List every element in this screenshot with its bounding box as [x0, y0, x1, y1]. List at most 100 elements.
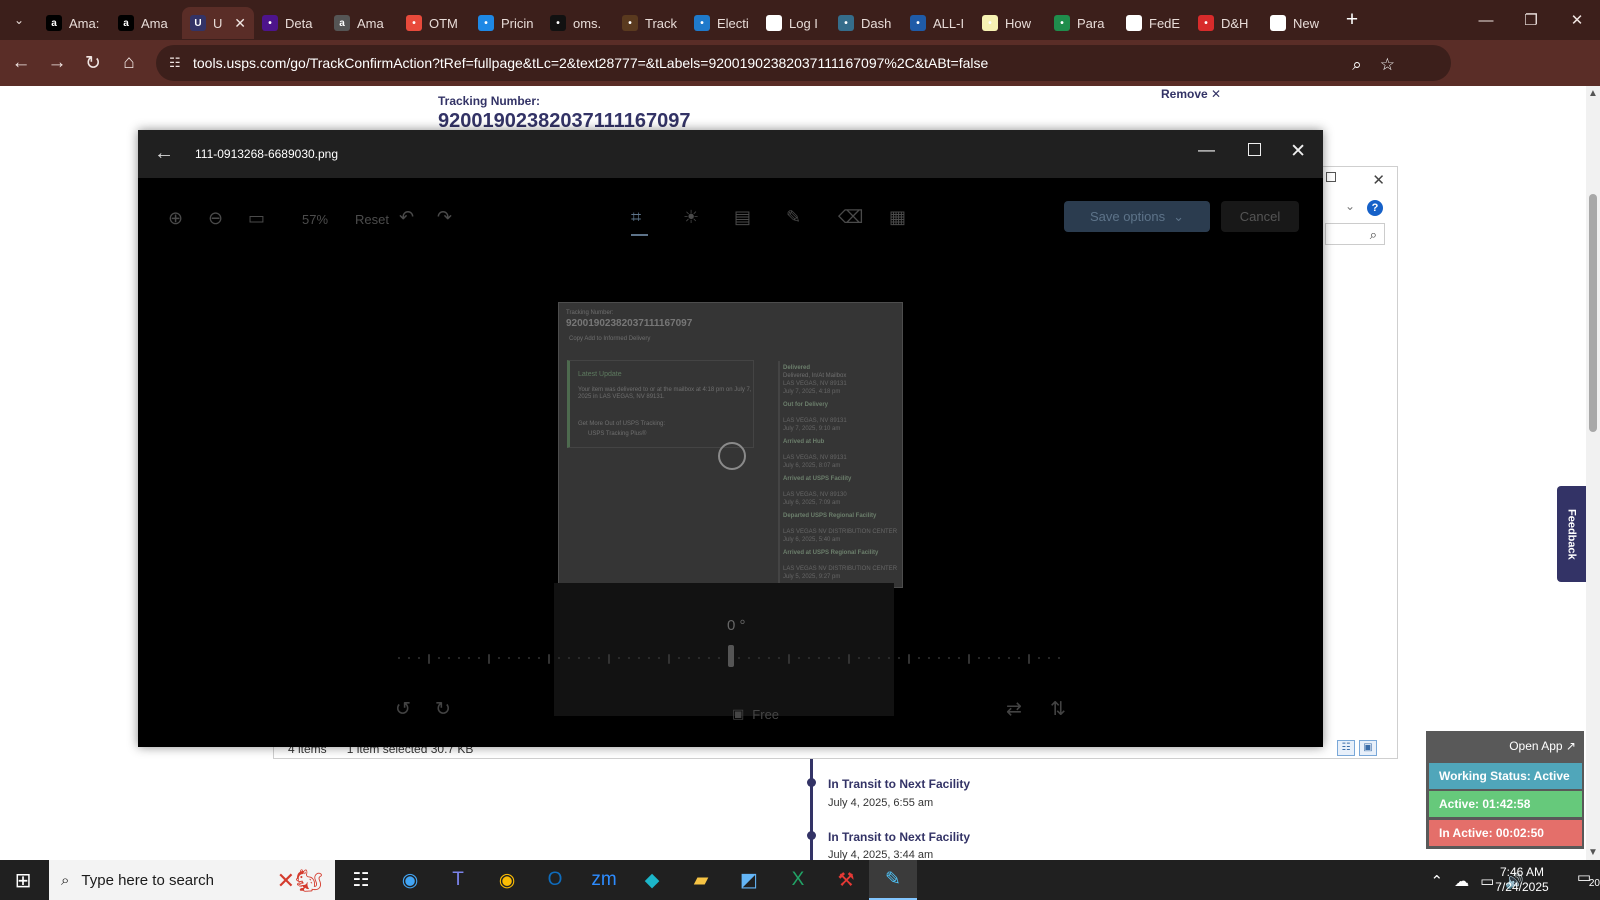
teams-icon[interactable]: T [434, 860, 482, 900]
browser-tab[interactable]: • D&H [1190, 7, 1262, 39]
address-bar[interactable]: ☷ tools.usps.com/go/TrackConfirmAction?t… [156, 45, 1451, 81]
browser-tab[interactable]: a Ama: [38, 7, 110, 39]
tab-close-icon[interactable]: ✕ [234, 15, 246, 32]
browser-tab[interactable]: • Log I [758, 7, 830, 39]
zoom-app-icon[interactable]: zm [580, 860, 628, 900]
preview-links: Copy Add to Informed Delivery [569, 336, 651, 342]
zoom-out-icon[interactable]: ⊖ [208, 208, 223, 229]
file-explorer-icon[interactable]: ▰ [677, 860, 725, 900]
photos-editor-icon[interactable]: ✎ [869, 860, 917, 900]
fit-view-icon[interactable]: ▭ [248, 208, 265, 229]
rotate-right-icon[interactable]: ↻ [435, 698, 451, 721]
working-status: Working Status: Active [1429, 763, 1582, 789]
redo-icon[interactable]: ↷ [437, 207, 452, 228]
explorer-expand-icon[interactable]: ⌄ [1345, 199, 1355, 213]
tab-search-chevron-icon[interactable]: ⌄ [0, 0, 38, 40]
viewer-close-icon[interactable]: ✕ [1290, 140, 1306, 163]
app-diamond-icon[interactable]: ◆ [628, 860, 676, 900]
bookmark-star-icon[interactable]: ☆ [1380, 55, 1395, 75]
browser-tab[interactable]: • oms. [542, 7, 614, 39]
browser-tab[interactable]: • FedE [1118, 7, 1190, 39]
rotation-tick [588, 657, 590, 659]
browser-tab[interactable]: a Ama [110, 7, 182, 39]
chrome-icon[interactable]: ◉ [386, 860, 434, 900]
open-app-button[interactable]: Open App ↗ [1501, 734, 1584, 757]
straighten-panel [554, 583, 894, 716]
windows-start-icon[interactable]: ⊞ [0, 860, 46, 900]
explorer-search-input[interactable]: ⌕ [1325, 223, 1385, 245]
app-shape-icon[interactable]: ◩ [725, 860, 773, 900]
browser-tab[interactable]: • Para [1046, 7, 1118, 39]
markup-pen-icon[interactable]: ✎ [786, 207, 801, 228]
large-icons-view-icon[interactable]: ▣ [1359, 740, 1377, 756]
app-tool-icon[interactable]: ⚒ [822, 860, 870, 900]
browser-tab[interactable]: • Track [614, 7, 686, 39]
zoom-icon[interactable]: ⌕ [1352, 55, 1362, 75]
crop-icon[interactable]: ⌗ [631, 207, 641, 228]
viewer-back-icon[interactable]: ← [154, 142, 174, 165]
browser-tab[interactable]: • ALL-I [902, 7, 974, 39]
adjust-brightness-icon[interactable]: ☀ [683, 207, 699, 228]
chrome-profile-icon[interactable]: ◉ [483, 860, 531, 900]
browser-tab[interactable]: • How [974, 7, 1046, 39]
preview-timeline-loc: LAS VEGAS, NV 89131 [783, 455, 847, 461]
rotation-tick [538, 657, 540, 659]
restore-icon[interactable]: ❐ [1508, 0, 1554, 40]
dh-icon: • [1198, 15, 1214, 31]
close-icon[interactable]: ✕ [1554, 0, 1600, 40]
viewer-maximize-icon[interactable] [1248, 143, 1261, 156]
details-view-icon[interactable]: ☷ [1337, 740, 1355, 756]
flip-horizontal-icon[interactable]: ⇄ [1006, 698, 1022, 721]
login-icon: • [766, 15, 782, 31]
browser-tab[interactable]: • Pricin [470, 7, 542, 39]
scroll-down-icon[interactable]: ▼ [1588, 847, 1598, 858]
cancel-button[interactable]: Cancel [1221, 201, 1299, 232]
viewer-minimize-icon[interactable]: — [1198, 140, 1215, 160]
forward-icon[interactable]: → [39, 45, 75, 81]
outlook-icon[interactable]: O [531, 860, 579, 900]
browser-tab[interactable]: U U ✕ [182, 7, 254, 39]
home-icon[interactable]: ⌂ [111, 45, 147, 81]
rotation-tick [428, 654, 430, 664]
filter-icon[interactable]: ▤ [734, 207, 751, 228]
new-tab-button[interactable]: + [1336, 4, 1368, 36]
show-hidden-icons-icon[interactable]: ⌃ [1431, 872, 1444, 890]
event-title[interactable]: In Transit to Next Facility [828, 830, 970, 844]
site-info-icon[interactable]: ☷ [169, 55, 181, 71]
explorer-close-icon[interactable]: ✕ [1372, 171, 1385, 189]
page-scrollbar[interactable]: ▲ ▼ [1586, 86, 1600, 860]
zoom-in-icon[interactable]: ⊕ [168, 208, 183, 229]
flip-vertical-icon[interactable]: ⇅ [1050, 698, 1066, 721]
help-icon[interactable]: ? [1367, 200, 1383, 216]
erase-icon[interactable]: ⌫ [838, 207, 863, 228]
browser-tab[interactable]: • Deta [254, 7, 326, 39]
taskbar-clock[interactable]: 7:46 AM 7/24/2025 [1488, 865, 1556, 895]
aspect-ratio-free[interactable]: ▣ Free [732, 706, 779, 722]
browser-tab[interactable]: a Ama [326, 7, 398, 39]
explorer-maximize-icon[interactable] [1326, 172, 1336, 182]
taskbar-search-box[interactable]: ⌕ Type here to search ✕🐿 [49, 860, 335, 900]
scroll-thumb[interactable] [1589, 194, 1597, 432]
feedback-tab[interactable]: Feedback [1557, 486, 1586, 582]
task-view-icon[interactable]: ☷ [337, 860, 385, 900]
reload-icon[interactable]: ↻ [75, 45, 111, 81]
background-blur-icon[interactable]: ▦ [889, 207, 906, 228]
undo-icon[interactable]: ↶ [399, 207, 414, 228]
scroll-up-icon[interactable]: ▲ [1588, 88, 1598, 99]
event-title[interactable]: In Transit to Next Facility [828, 777, 970, 791]
browser-tab[interactable]: • OTM [398, 7, 470, 39]
browser-tab[interactable]: • Dash [830, 7, 902, 39]
save-options-button[interactable]: Save options ⌄ [1064, 201, 1210, 232]
browser-tab-label: How [1005, 15, 1032, 31]
rotation-tick [918, 657, 920, 659]
remove-link[interactable]: Remove ✕ [1161, 87, 1221, 101]
rotation-slider-thumb[interactable] [728, 645, 734, 667]
rotate-left-icon[interactable]: ↺ [395, 698, 411, 721]
excel-icon[interactable]: X [774, 860, 822, 900]
browser-tab[interactable]: • Electi [686, 7, 758, 39]
back-icon[interactable]: ← [3, 45, 39, 81]
browser-tab[interactable]: • New [1262, 7, 1334, 39]
minimize-icon[interactable]: — [1463, 0, 1509, 40]
reset-button[interactable]: Reset [355, 212, 389, 227]
onedrive-icon[interactable]: ☁ [1454, 872, 1469, 890]
